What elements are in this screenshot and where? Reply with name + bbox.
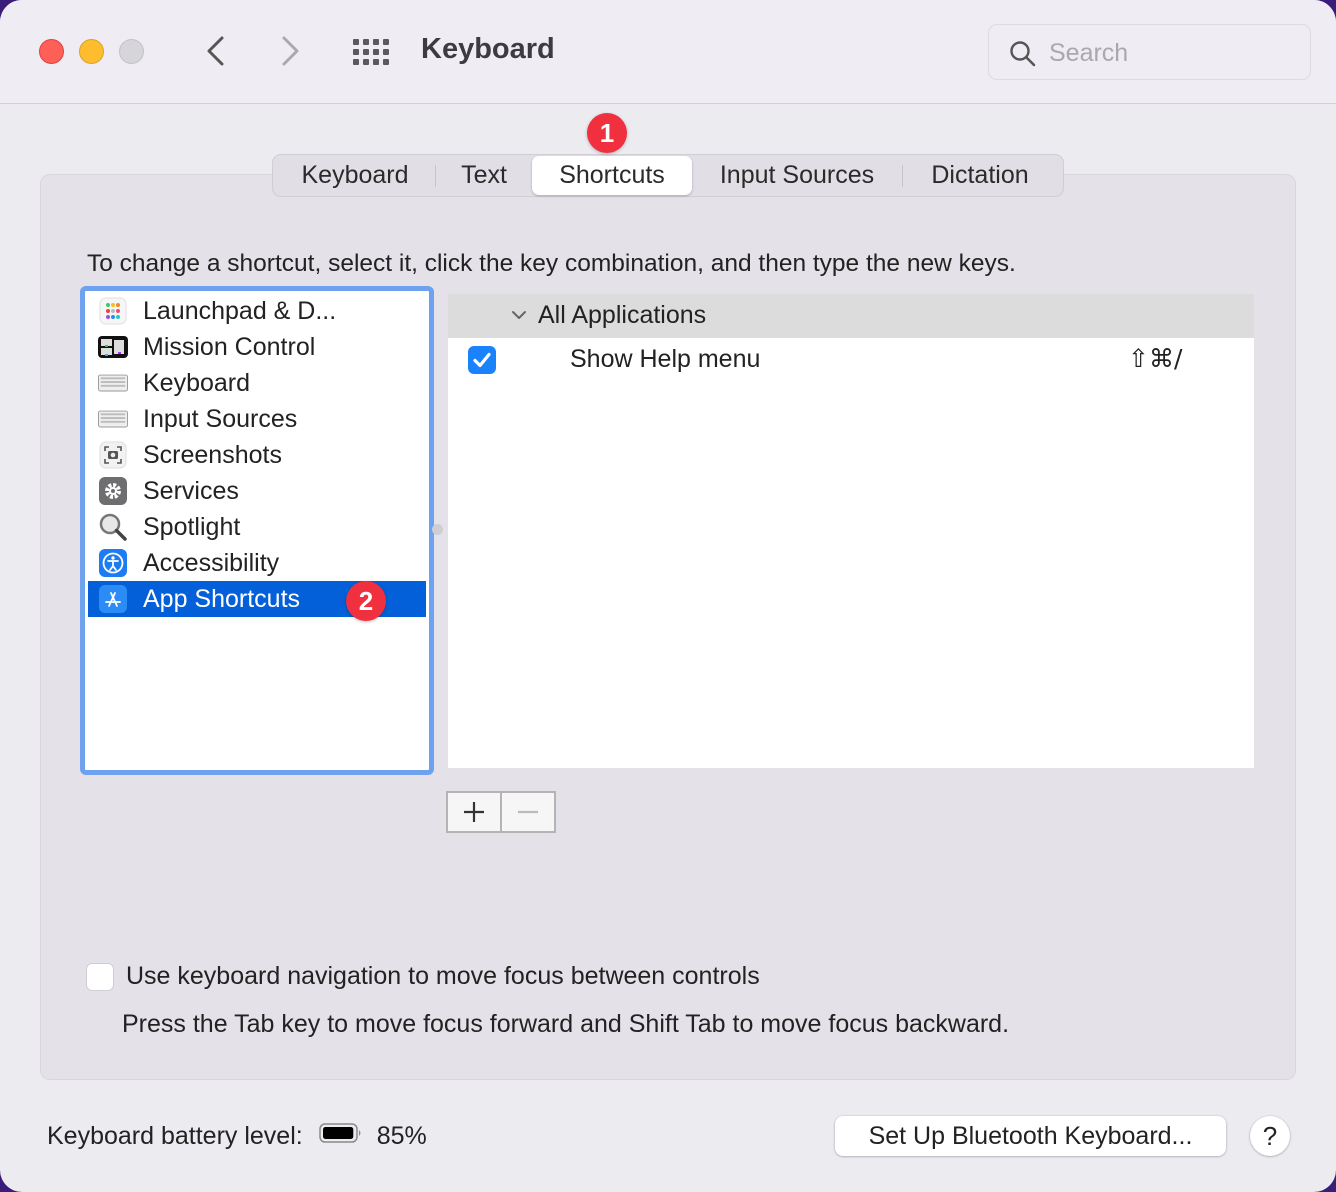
category-label: Spotlight [143,512,241,541]
tab-dictation[interactable]: Dictation [903,156,1057,195]
checkmark-icon [473,352,491,368]
keyboard-navigation-option[interactable]: Use keyboard navigation to move focus be… [86,962,760,991]
shortcut-enabled-checkbox[interactable] [468,346,496,374]
category-screenshots[interactable]: Screenshots [88,437,426,473]
tab-label: Shortcuts [559,161,665,189]
screenshot-icon [98,440,128,470]
remove-shortcut-button[interactable] [502,793,554,831]
split-view-handle[interactable] [432,524,443,535]
tab-label: Dictation [931,161,1029,189]
group-row-all-applications[interactable]: All Applications [448,294,1254,338]
battery-icon [318,1122,363,1151]
minimize-button[interactable] [79,39,104,64]
window-title: Keyboard [421,33,555,65]
tab-input-sources[interactable]: Input Sources [692,156,902,195]
shortcut-category-list[interactable]: Launchpad & D... Mission Control Keyboar… [80,286,434,775]
annotation-badge-1: 1 [587,113,627,153]
tab-bar: Keyboard Text Shortcuts Input Sources Di… [272,154,1064,197]
category-label: Mission Control [143,332,316,361]
forward-button[interactable] [276,34,306,68]
category-label: Accessibility [143,548,280,577]
battery-label: Keyboard battery level: [47,1122,303,1150]
minus-icon [517,810,538,814]
launchpad-icon [98,296,128,326]
add-shortcut-button[interactable] [448,793,500,831]
chevron-left-icon [207,36,224,66]
category-services[interactable]: Services [88,473,426,509]
mission-control-icon [98,332,128,362]
category-input-sources[interactable]: Input Sources [88,401,426,437]
gear-icon [98,476,128,506]
keyboard-icon [98,368,128,398]
category-label: Input Sources [143,404,298,433]
battery-status: Keyboard battery level: 85% [47,1122,427,1151]
keyboard-navigation-hint: Press the Tab key to move focus forward … [122,1010,1010,1038]
tab-text[interactable]: Text [436,156,532,195]
shortcut-row[interactable]: Show Help menu ⇧⌘/ [448,338,1254,382]
tab-label: Input Sources [719,161,875,189]
tab-shortcuts[interactable]: Shortcuts [532,156,692,195]
show-all-button[interactable] [352,38,392,66]
battery-percent: 85% [376,1122,427,1150]
annotation-badge-2: 2 [346,581,386,621]
shortcut-keys[interactable]: ⇧⌘/ [1128,344,1182,373]
back-button[interactable] [200,34,230,68]
keyboard-navigation-checkbox[interactable] [86,962,114,991]
shortcuts-table: All Applications Show Help menu ⇧⌘/ [448,294,1254,768]
category-label: App Shortcuts [143,584,301,613]
category-label: Screenshots [143,440,282,469]
tab-keyboard[interactable]: Keyboard [275,156,435,195]
plus-icon [464,802,484,822]
zoom-button[interactable] [119,39,144,64]
tab-label: Text [461,161,507,189]
instructions-text: To change a shortcut, select it, click t… [87,250,1016,277]
category-label: Launchpad & D... [143,296,337,325]
category-label: Services [143,476,239,505]
app-store-icon [98,584,128,614]
chevron-right-icon [282,36,299,66]
tab-label: Keyboard [301,161,409,189]
close-button[interactable] [39,39,64,64]
grid-icon [353,39,389,65]
add-remove-control [446,791,556,833]
category-label: Keyboard [143,368,251,397]
accessibility-icon [98,548,128,578]
magnifier-icon [98,512,128,542]
search-field[interactable] [988,24,1311,80]
disclosure-chevron-down-icon[interactable] [510,308,528,322]
search-input[interactable] [1049,35,1299,71]
category-accessibility[interactable]: Accessibility [88,545,426,581]
keyboard-icon [98,404,128,434]
group-label: All Applications [538,301,707,329]
search-icon [1010,41,1036,67]
shortcut-label: Show Help menu [570,345,761,373]
keyboard-preferences-window: Keyboard Keyboard Text Shortcuts Input S… [0,0,1336,1192]
category-keyboard[interactable]: Keyboard [88,365,426,401]
category-spotlight[interactable]: Spotlight [88,509,426,545]
help-button[interactable]: ? [1250,1116,1290,1156]
title-bar: Keyboard [0,0,1336,104]
category-launchpad[interactable]: Launchpad & D... [88,293,426,329]
keyboard-navigation-label: Use keyboard navigation to move focus be… [126,962,760,990]
set-up-bluetooth-keyboard-button[interactable]: Set Up Bluetooth Keyboard... [835,1116,1226,1156]
category-mission-control[interactable]: Mission Control [88,329,426,365]
